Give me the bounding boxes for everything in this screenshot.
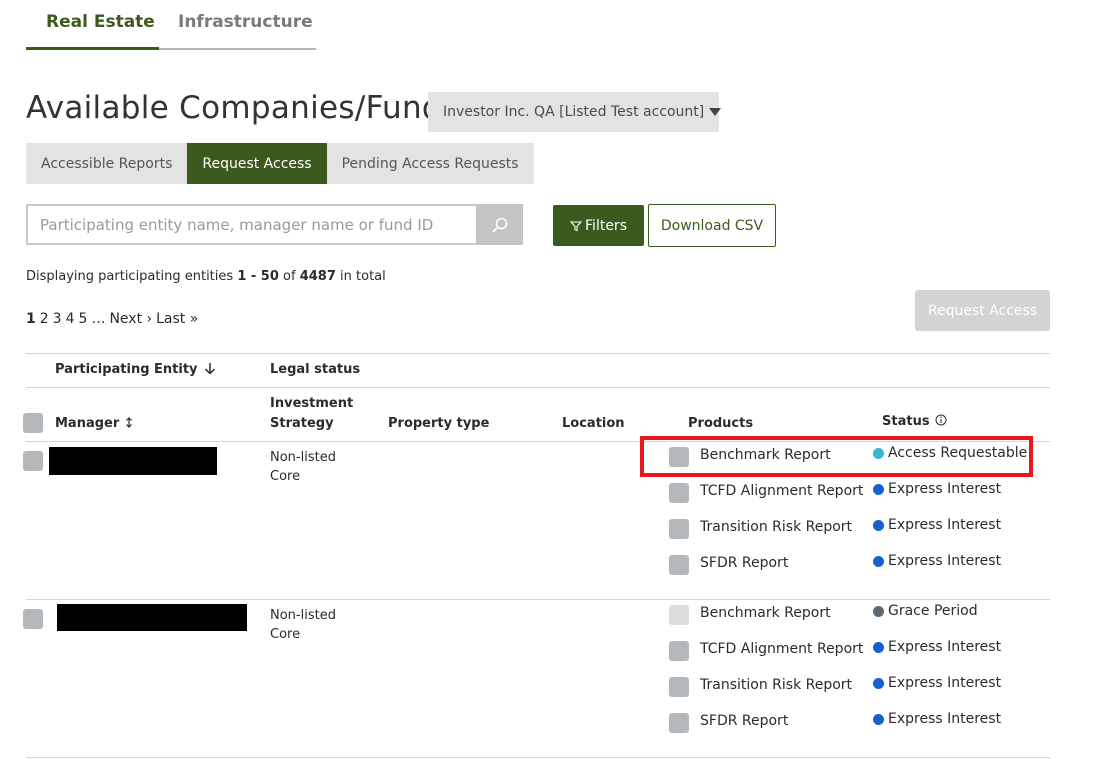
status-label: Grace Period <box>888 603 978 619</box>
filters-label: Filters <box>585 217 627 234</box>
caret-down-icon <box>709 108 722 116</box>
status-dot-icon <box>873 713 884 725</box>
status-label: Express Interest <box>888 553 1002 569</box>
status-dot-icon <box>873 483 884 495</box>
header-status: Status <box>882 414 947 429</box>
header-participating-entity[interactable]: Participating Entity <box>55 362 216 377</box>
status-dot-icon <box>873 519 884 531</box>
header-property-type: Property type <box>388 416 490 431</box>
header-legal-status: Legal status <box>270 362 361 377</box>
row-checkbox[interactable] <box>23 609 43 629</box>
header-status-label: Status <box>882 414 930 429</box>
status-label: Express Interest <box>888 639 1002 655</box>
display-count-text: Displaying participating entities 1 - 50… <box>26 269 386 284</box>
tab-real-estate[interactable]: Real Estate <box>46 12 155 32</box>
status-dot-icon <box>873 555 884 567</box>
page-last-link[interactable]: Last » <box>156 311 198 327</box>
product-name: TCFD Alignment Report <box>700 641 864 657</box>
info-icon[interactable] <box>935 414 947 426</box>
account-select-value: Investor Inc. QA [Listed Test account] <box>443 104 705 120</box>
product-checkbox-disabled <box>669 605 689 625</box>
status-badge[interactable]: Express Interest <box>873 481 1001 497</box>
display-total: 4487 <box>299 269 336 284</box>
status-badge[interactable]: Express Interest <box>873 553 1001 569</box>
redacted-entity-name <box>57 604 247 631</box>
arrow-down-icon <box>205 363 216 375</box>
tab-request-access[interactable]: Request Access <box>187 143 327 184</box>
product-checkbox[interactable] <box>669 555 689 575</box>
row-checkbox[interactable] <box>23 451 43 471</box>
status-dot-icon <box>873 641 884 653</box>
table-divider <box>26 757 1050 758</box>
status-label: Express Interest <box>888 711 1002 727</box>
search-button[interactable] <box>476 204 523 245</box>
legal-status-value: Non-listed <box>270 608 336 623</box>
table-divider <box>26 387 1050 388</box>
status-dot-icon <box>873 605 884 617</box>
header-investment-strategy-line1: Investment <box>270 396 354 411</box>
status-badge[interactable]: Express Interest <box>873 675 1001 691</box>
status-label: Express Interest <box>888 675 1002 691</box>
display-prefix: Displaying participating entities <box>26 269 234 284</box>
request-access-button[interactable]: Request Access <box>915 290 1050 331</box>
tab-accessible-reports[interactable]: Accessible Reports <box>26 143 188 184</box>
status-badge[interactable]: Express Interest <box>873 639 1001 655</box>
top-tabs: Real Estate Infrastructure <box>26 0 316 50</box>
product-checkbox[interactable] <box>669 641 689 661</box>
product-name: TCFD Alignment Report <box>700 483 864 499</box>
table-divider <box>26 353 1050 354</box>
header-manager[interactable]: Manager <box>55 416 133 431</box>
display-of: of <box>283 269 296 284</box>
page-next-link[interactable]: Next › <box>109 311 152 327</box>
product-name: Transition Risk Report <box>700 677 853 693</box>
page-ellipsis: … <box>91 311 106 327</box>
product-name: SFDR Report <box>700 713 789 729</box>
product-name: Transition Risk Report <box>700 519 853 535</box>
page-link-1[interactable]: 1 <box>26 311 36 327</box>
status-label: Express Interest <box>888 481 1002 497</box>
status-label: Express Interest <box>888 517 1002 533</box>
tab-pending-access-requests[interactable]: Pending Access Requests <box>326 143 534 184</box>
status-badge[interactable]: Grace Period <box>873 603 978 619</box>
status-badge[interactable]: Express Interest <box>873 517 1001 533</box>
select-all-checkbox[interactable] <box>23 413 43 433</box>
product-checkbox[interactable] <box>669 713 689 733</box>
header-participating-entity-label: Participating Entity <box>55 362 198 377</box>
status-badge[interactable]: Express Interest <box>873 711 1001 727</box>
header-manager-label: Manager <box>55 416 120 431</box>
strategy-value: Core <box>270 469 301 484</box>
account-select[interactable]: Investor Inc. QA [Listed Test account] <box>428 92 722 132</box>
tab-infrastructure[interactable]: Infrastructure <box>178 12 313 32</box>
product-checkbox[interactable] <box>669 519 689 539</box>
header-investment-strategy-line2: Strategy <box>270 416 334 431</box>
redacted-entity-name <box>49 447 217 475</box>
strategy-value: Core <box>270 627 301 642</box>
search-input[interactable] <box>26 204 477 245</box>
pagination: 1 2 3 4 5… Next › Last » <box>26 311 202 327</box>
page-link-3[interactable]: 3 <box>53 311 62 327</box>
header-location: Location <box>562 416 625 431</box>
page-link-2[interactable]: 2 <box>40 311 49 327</box>
table-divider <box>26 599 1050 600</box>
active-tab-indicator <box>26 47 159 50</box>
legal-status-value: Non-listed <box>270 450 336 465</box>
product-checkbox[interactable] <box>669 483 689 503</box>
header-products: Products <box>688 416 754 431</box>
product-name: SFDR Report <box>700 555 789 571</box>
display-suffix: in total <box>340 269 386 284</box>
product-name: Benchmark Report <box>700 605 831 621</box>
highlight-annotation-box <box>640 436 1033 477</box>
filter-icon <box>570 220 583 231</box>
display-range: 1 - 50 <box>237 269 279 284</box>
page-title: Available Companies/Funds <box>26 90 459 126</box>
sub-tabs: Accessible Reports Request Access Pendin… <box>26 143 534 184</box>
status-dot-icon <box>873 677 884 689</box>
search-icon <box>492 217 507 232</box>
page-link-4[interactable]: 4 <box>66 311 75 327</box>
page-link-5[interactable]: 5 <box>79 311 88 327</box>
sort-icon <box>125 417 132 428</box>
product-checkbox[interactable] <box>669 677 689 697</box>
download-csv-button[interactable]: Download CSV <box>648 204 776 247</box>
filters-button[interactable]: Filters <box>553 205 644 246</box>
